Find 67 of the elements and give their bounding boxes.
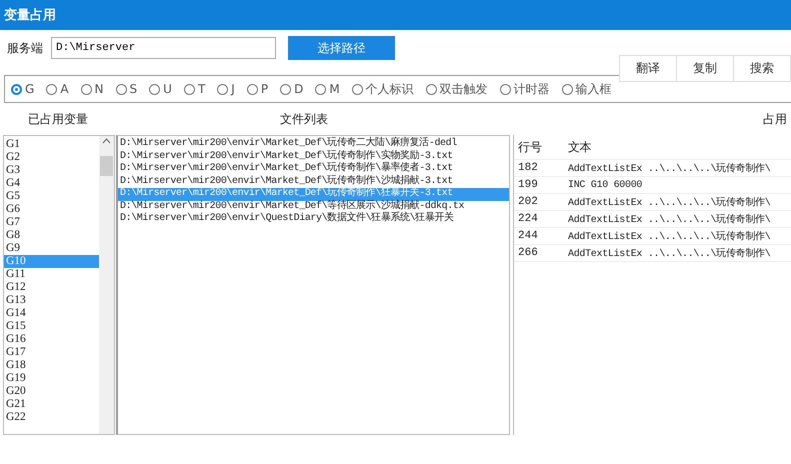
- variable-item[interactable]: G9: [4, 242, 99, 255]
- variable-item[interactable]: G18: [4, 359, 99, 372]
- toolbar-button[interactable]: 翻译: [620, 56, 677, 81]
- variable-item[interactable]: G17: [4, 346, 99, 359]
- line-number-cell-text: 202: [517, 196, 539, 208]
- used-variables-header: 已占用变量: [28, 110, 88, 128]
- text-cell-text: AddTextListEx ..\..\..\..\玩传奇制作\: [568, 212, 772, 226]
- file-list-header: 文件列表: [280, 110, 328, 128]
- text-cell-text: AddTextListEx ..\..\..\..\玩传奇制作\: [568, 196, 772, 209]
- line-number-cell-text: 244: [517, 230, 539, 242]
- variable-item[interactable]: G8: [4, 229, 99, 242]
- choose-path-button[interactable]: 选择路径: [288, 36, 395, 60]
- variable-item[interactable]: G2: [4, 151, 99, 164]
- text-cell-text: AddTextListEx ..\..\..\..\玩传奇制作\: [568, 162, 772, 175]
- server-label: 服务端: [7, 40, 43, 56]
- variable-item[interactable]: G5: [4, 190, 99, 203]
- variable-type-radio[interactable]: P: [246, 82, 268, 96]
- variable-item[interactable]: G22: [4, 411, 99, 424]
- line-number-cell-text: 224: [517, 213, 539, 225]
- line-number-cell-text: 182: [517, 162, 539, 174]
- text-cell-text: AddTextListEx ..\..\..\..\玩传奇制作\: [568, 230, 772, 243]
- usage-header: 占用: [763, 110, 787, 128]
- variable-type-radio[interactable]: 个人标识: [352, 80, 414, 98]
- variable-item[interactable]: G14: [4, 307, 99, 320]
- file-item[interactable]: D:\Mirserver\mir200\envir\Market_Def\玩传奇制作\实物奖励-3.txt: [118, 150, 509, 163]
- text-cell-text: INC G10 60000: [568, 180, 644, 190]
- variable-item[interactable]: G11: [4, 268, 99, 281]
- variable-type-radio[interactable]: 双击触发: [426, 80, 488, 98]
- variable-type-radio[interactable]: G: [11, 82, 34, 96]
- file-item[interactable]: D:\Mirserver\mir200\envir\Market_Def\玩传奇制作\暴率使者-3.txt: [118, 163, 509, 176]
- text-cell-text: AddTextListEx ..\..\..\..\玩传奇制作\: [568, 246, 772, 260]
- variable-item[interactable]: G15: [4, 320, 99, 333]
- variable-type-radio[interactable]: D: [280, 82, 304, 96]
- line-number-cell-text: 199: [517, 179, 539, 191]
- variable-type-radio[interactable]: 计时器: [500, 80, 550, 98]
- variable-type-radio[interactable]: M: [315, 82, 340, 96]
- scroll-up-icon[interactable]: [102, 138, 111, 144]
- file-item[interactable]: D:\Mirserver\mir200\envir\QuestDiary\数据文件\狂暴系统\狂暴开关: [118, 213, 509, 226]
- variable-type-radio[interactable]: U: [149, 82, 172, 96]
- variable-item[interactable]: G3: [4, 164, 99, 177]
- variable-item[interactable]: G21: [4, 398, 99, 411]
- window-title: 变量占用: [0, 0, 791, 30]
- variable-type-radio[interactable]: N: [80, 82, 104, 96]
- variable-type-radio[interactable]: A: [46, 82, 69, 96]
- path-field[interactable]: D:\Mirserver: [51, 37, 276, 59]
- variable-item[interactable]: G19: [4, 372, 99, 385]
- column-header: 文本: [568, 138, 592, 156]
- line-number-cell-text: 266: [517, 247, 539, 259]
- file-item[interactable]: D:\Mirserver\mir200\envir\Market_Def\玩传奇制作\沙城捐献-3.txt: [118, 176, 509, 188]
- variable-item[interactable]: G20: [4, 385, 99, 398]
- variable-type-radio[interactable]: 输入框: [562, 80, 612, 98]
- variable-item[interactable]: G7: [4, 216, 99, 229]
- variable-item[interactable]: G16: [4, 333, 99, 346]
- variable-type-radio[interactable]: T: [184, 82, 206, 96]
- scroll-thumb[interactable]: [100, 156, 113, 176]
- variable-item[interactable]: G12: [4, 281, 99, 294]
- variable-item[interactable]: G13: [4, 294, 99, 307]
- scrollbar[interactable]: [99, 136, 114, 434]
- variable-item[interactable]: G1: [4, 138, 99, 151]
- file-item[interactable]: D:\Mirserver\mir200\envir\Market_Def\玩传奇二大陆\麻痹复活-dedl: [118, 138, 509, 150]
- file-item[interactable]: D:\Mirserver\mir200\envir\Market_Def\等待区展示\沙城捐献-ddkq.tx: [118, 200, 509, 213]
- variable-type-radio[interactable]: S: [116, 82, 138, 96]
- toolbar-button[interactable]: 复制: [677, 56, 734, 81]
- variable-item[interactable]: G6: [4, 203, 99, 216]
- toolbar-button[interactable]: 搜索: [734, 56, 791, 81]
- column-header: 行号: [517, 138, 543, 156]
- variable-item[interactable]: G4: [4, 177, 99, 190]
